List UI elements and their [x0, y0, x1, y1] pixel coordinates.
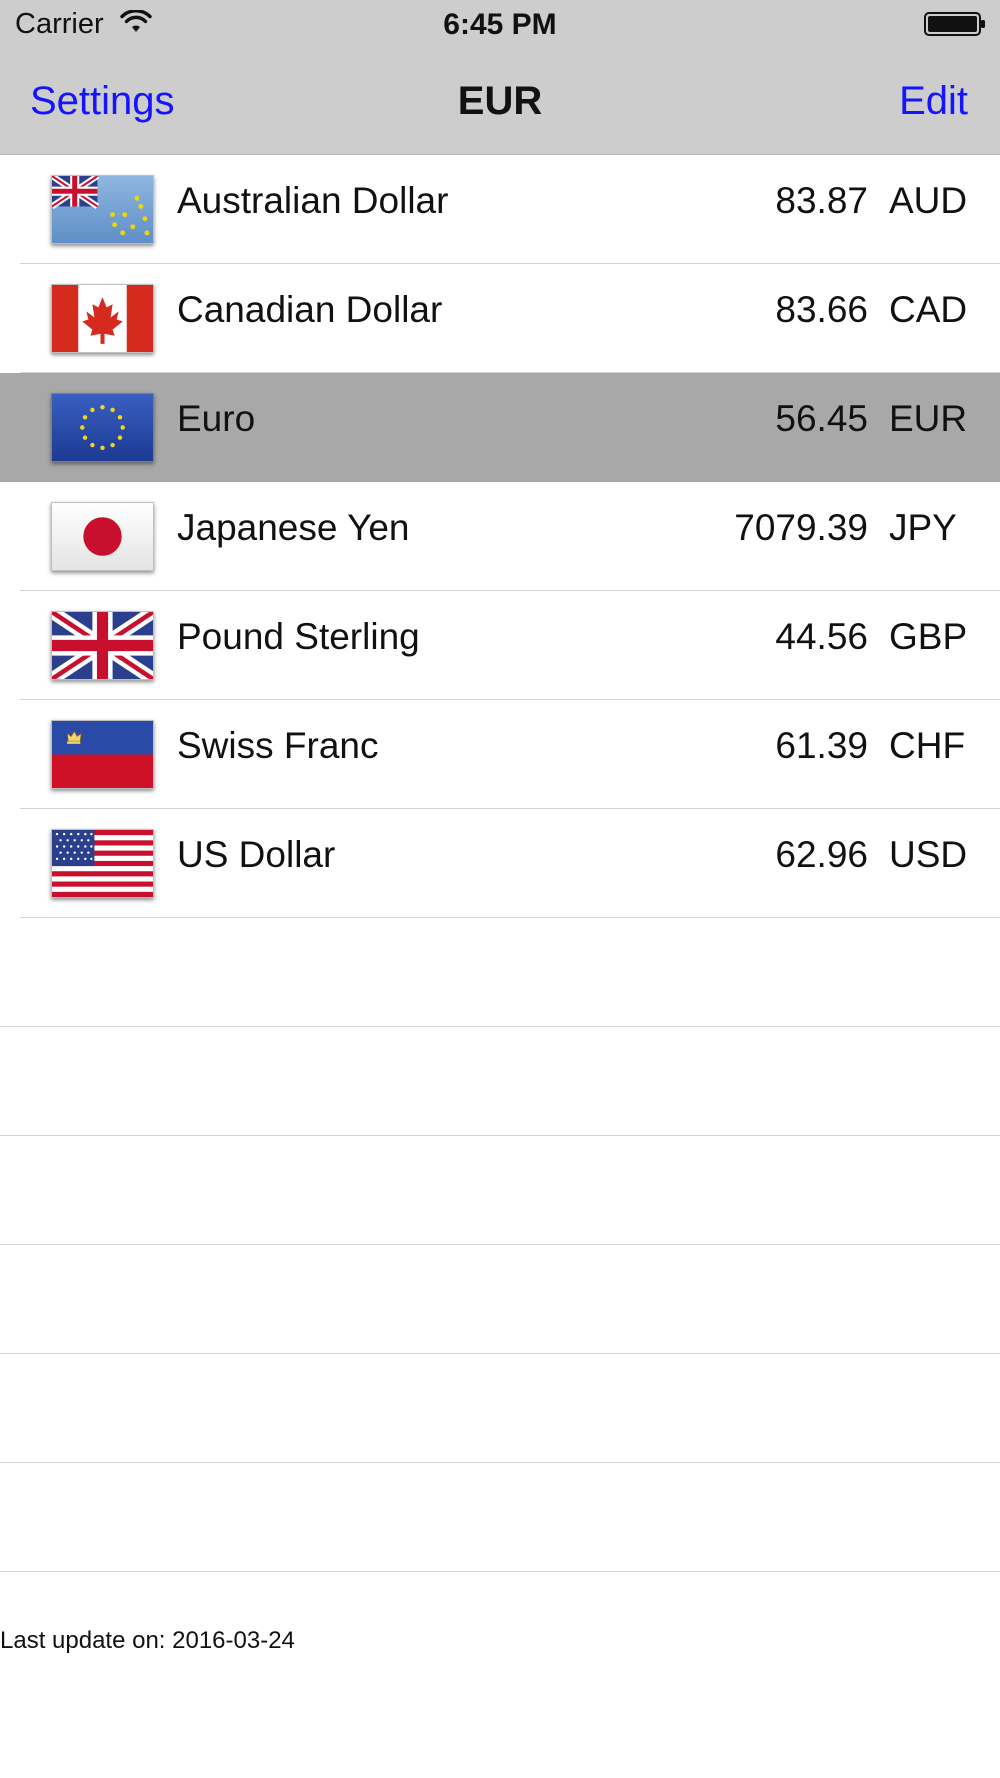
- currency-row-aud[interactable]: Australian Dollar 83.87 AUD: [0, 155, 1000, 264]
- uk-flag-icon: [51, 611, 154, 680]
- currency-row-cad[interactable]: Canadian Dollar 83.66 CAD: [0, 264, 1000, 373]
- australia-flag-icon: [51, 175, 154, 244]
- currency-row-eur[interactable]: Euro 56.45 EUR: [0, 373, 1000, 482]
- currency-code: CAD: [889, 289, 968, 330]
- currency-row-jpy[interactable]: Japanese Yen 7079.39 JPY: [0, 482, 1000, 591]
- battery-icon: [924, 12, 985, 36]
- currency-row-gbp[interactable]: Pound Sterling 44.56 GBP: [0, 591, 1000, 700]
- settings-button[interactable]: Settings: [30, 79, 175, 124]
- canada-flag-icon: [51, 284, 154, 353]
- currency-code: USD: [889, 834, 968, 875]
- last-update-label: Last update on: 2016-03-24: [0, 1627, 295, 1654]
- currency-row-usd[interactable]: US Dollar 62.96 USD: [0, 809, 1000, 918]
- currency-value: 7079.39: [734, 507, 868, 548]
- currency-name: Japanese Yen: [177, 507, 410, 548]
- currency-code: GBP: [889, 616, 968, 657]
- currency-name: US Dollar: [177, 834, 336, 875]
- header: Carrier 6:45 PM Settings EUR Edit: [0, 0, 1000, 155]
- currency-value: 61.39: [775, 725, 868, 766]
- currency-code: CHF: [889, 725, 966, 766]
- us-flag-icon: [51, 829, 154, 898]
- currency-value: 56.45: [775, 398, 868, 439]
- currency-code: EUR: [889, 398, 968, 439]
- empty-row: [0, 1136, 1000, 1245]
- empty-row: [0, 1463, 1000, 1572]
- empty-row: [0, 1245, 1000, 1354]
- liechtenstein-flag-icon: [51, 720, 154, 789]
- empty-row: [0, 918, 1000, 1027]
- currency-name: Euro: [177, 398, 256, 439]
- currency-name: Pound Sterling: [177, 616, 420, 657]
- currency-code: JPY: [889, 507, 957, 548]
- currency-value: 62.96: [775, 834, 868, 875]
- currency-code: AUD: [889, 180, 968, 221]
- status-time: 6:45 PM: [443, 8, 557, 41]
- currency-list: Australian Dollar 83.87 AUD Canadian Dol…: [0, 155, 1000, 1572]
- eu-flag-icon: [51, 393, 154, 462]
- currency-name: Swiss Franc: [177, 725, 379, 766]
- currency-value: 44.56: [775, 616, 868, 657]
- nav-bar: Settings EUR Edit: [0, 50, 1000, 155]
- currency-name: Australian Dollar: [177, 180, 449, 221]
- empty-row: [0, 1027, 1000, 1136]
- currency-value: 83.66: [775, 289, 868, 330]
- status-bar: Carrier 6:45 PM: [0, 0, 1000, 50]
- currency-row-chf[interactable]: Swiss Franc 61.39 CHF: [0, 700, 1000, 809]
- currency-name: Canadian Dollar: [177, 289, 443, 330]
- edit-button[interactable]: Edit: [899, 79, 968, 124]
- empty-row: [0, 1354, 1000, 1463]
- japan-flag-icon: [51, 502, 154, 571]
- row-separator: [0, 1571, 1000, 1572]
- currency-value: 83.87: [775, 180, 868, 221]
